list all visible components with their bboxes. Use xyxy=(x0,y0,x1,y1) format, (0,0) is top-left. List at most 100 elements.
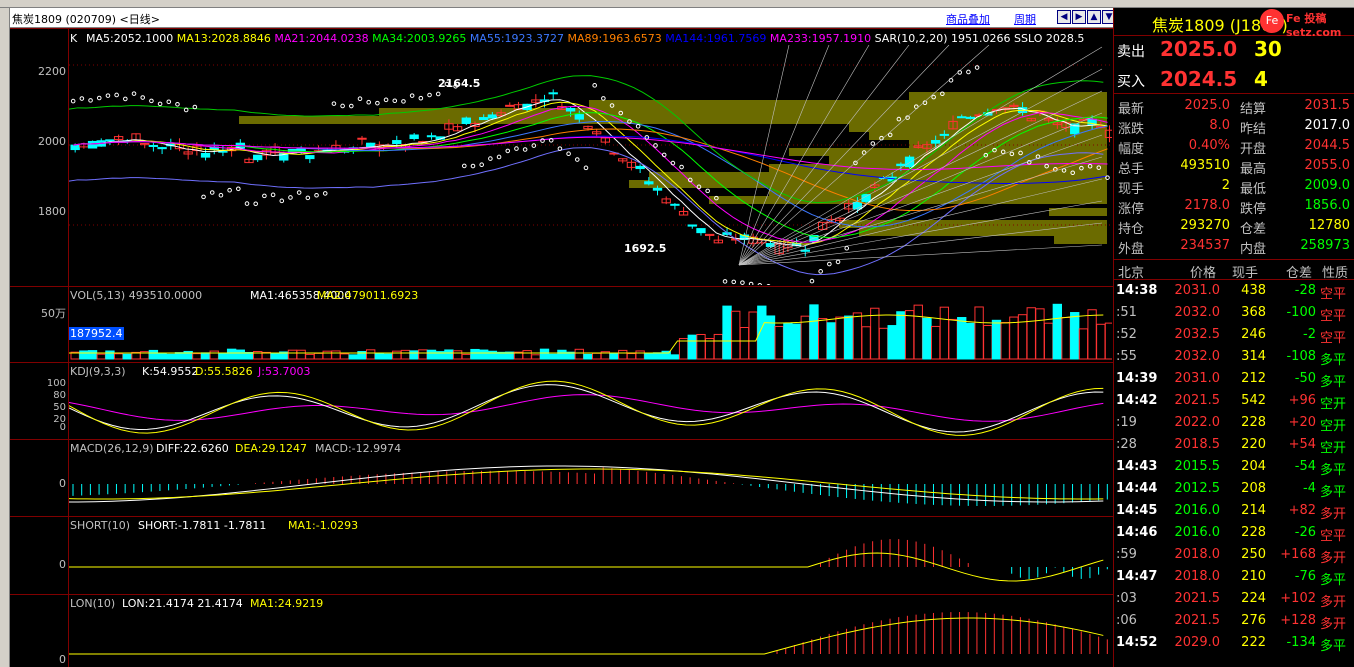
kline-chart[interactable] xyxy=(69,45,1112,285)
volume-chart[interactable] xyxy=(69,301,1112,361)
volume-bar xyxy=(635,350,645,360)
sar-dot xyxy=(522,147,528,152)
volume-bar xyxy=(887,325,897,360)
macd-chart[interactable] xyxy=(69,454,1112,516)
tick-row[interactable]: :52 2032.5 246 -2 空平 xyxy=(1114,324,1354,346)
y-tick: 0 xyxy=(59,422,66,433)
volume-bar xyxy=(426,349,437,360)
volume-bar xyxy=(1052,303,1063,360)
volume-bar xyxy=(739,327,750,360)
lon-ma-line xyxy=(69,617,1104,655)
short-panel[interactable]: SHORT(10) SHORT:-1.7811 -1.7811 MA1:-1.0… xyxy=(10,516,1113,594)
tick-row[interactable]: :19 2022.0 228 +20 空开 xyxy=(1114,412,1354,434)
kdj-k-line xyxy=(69,384,1104,433)
sar-dot xyxy=(488,156,493,161)
prev-icon[interactable]: ◀ xyxy=(1057,10,1071,24)
volume-bar xyxy=(965,322,976,360)
tick-row[interactable]: 14:46 2016.0 228 -26 空平 xyxy=(1114,522,1354,544)
ticks-header-price: 价格 xyxy=(1190,266,1217,281)
period-button[interactable]: 周期 xyxy=(1014,11,1036,27)
chart-area[interactable]: K MA5:2052.1000 MA13:2028.8846 MA21:2044… xyxy=(10,28,1113,667)
left-tab-strip[interactable] xyxy=(0,8,10,667)
tick-cell: -76 xyxy=(1294,569,1316,584)
volume-bar xyxy=(948,318,958,360)
tick-row[interactable]: 14:44 2012.5 208 -4 多平 xyxy=(1114,478,1354,500)
sar-dot xyxy=(270,192,276,198)
tick-cell: :03 xyxy=(1116,591,1137,606)
ticks-list[interactable]: 14:38 2031.0 438 -28 空平:51 2032.0 368 -100 空平:52… xyxy=(1114,280,1354,667)
order-book[interactable]: 卖出 2025.0 30 买入 2024.5 4 xyxy=(1114,36,1354,94)
sar-dot xyxy=(974,65,980,70)
tick-row[interactable]: :28 2018.5 220 +54 空开 xyxy=(1114,434,1354,456)
tick-row[interactable]: 14:39 2031.0 212 -50 多平 xyxy=(1114,368,1354,390)
volume-bar xyxy=(461,353,471,360)
buy-volume: 4 xyxy=(1254,67,1268,91)
tick-cell: 210 xyxy=(1241,569,1266,584)
tick-row[interactable]: 14:52 2029.0 222 -134 多平 xyxy=(1114,632,1354,654)
candle-body xyxy=(426,135,437,138)
volume-bar xyxy=(487,350,498,360)
tick-row[interactable]: 14:42 2021.5 542 +96 空开 xyxy=(1114,390,1354,412)
tick-row[interactable]: 14:45 2016.0 214 +82 多开 xyxy=(1114,500,1354,522)
sar-dot xyxy=(357,96,363,102)
sell-price[interactable]: 2025.0 xyxy=(1160,37,1237,61)
stat-value: 2009.0 xyxy=(1304,178,1351,193)
tick-cell: -108 xyxy=(1286,349,1316,364)
volume-panel[interactable]: VOL(5,13) 493510.0000 MA1:465358.4000 MA… xyxy=(10,286,1113,362)
candle-body xyxy=(965,116,976,119)
tick-row[interactable]: :06 2021.5 276 +128 多开 xyxy=(1114,610,1354,632)
tick-cell: :52 xyxy=(1116,327,1137,342)
lon-panel[interactable]: LON(10) LON:21.4174 21.4174 MA1:24.9219 … xyxy=(10,594,1113,667)
tick-row[interactable]: :03 2021.5 224 +102 多开 xyxy=(1114,588,1354,610)
tick-cell: +54 xyxy=(1288,437,1316,452)
volume-bar xyxy=(783,322,793,360)
volume-bar xyxy=(209,350,219,360)
tick-row[interactable]: :51 2032.0 368 -100 空平 xyxy=(1114,302,1354,324)
tick-row[interactable]: 14:47 2018.0 210 -76 多平 xyxy=(1114,566,1354,588)
volume-bar xyxy=(470,348,480,360)
logo-icon: Fe xyxy=(1260,9,1284,33)
buy-price[interactable]: 2024.5 xyxy=(1160,67,1237,91)
volume-bar xyxy=(409,350,419,360)
sar-dot xyxy=(574,157,580,162)
zoom-in-icon[interactable]: ▲ xyxy=(1087,10,1101,24)
short-chart[interactable] xyxy=(69,531,1112,594)
sar-dot xyxy=(340,103,345,109)
overlay-commodity-button[interactable]: 商品叠加 xyxy=(946,11,990,27)
menu-bar xyxy=(0,0,1354,8)
sar-dot xyxy=(305,195,311,201)
macd-panel[interactable]: MACD(26,12,9) DIFF:22.6260 DEA:29.1247 M… xyxy=(10,439,1113,516)
tick-cell: 2016.0 xyxy=(1174,525,1221,540)
tick-cell: 2031.0 xyxy=(1174,283,1221,298)
tick-cell: 空平 xyxy=(1320,287,1347,302)
volume-bar xyxy=(844,315,854,360)
sar-dot xyxy=(296,190,302,195)
kdj-chart[interactable] xyxy=(69,377,1112,439)
sar-dot xyxy=(592,83,597,88)
kdj-panel[interactable]: KDJ(9,3,3) K:54.9552 D:55.5826 J:53.7003… xyxy=(10,362,1113,439)
stat-cell: 涨停 xyxy=(1118,202,1145,217)
tick-cell: 14:44 xyxy=(1116,481,1158,496)
volume-bar xyxy=(322,350,332,360)
tick-cell: 542 xyxy=(1241,393,1266,408)
stat-value: 2 xyxy=(1221,178,1230,193)
kline-panel[interactable]: K MA5:2052.1000 MA13:2028.8846 MA21:2044… xyxy=(10,28,1113,286)
y-tick: 2000 xyxy=(38,135,66,148)
ma-label: MA55:1923.3727 xyxy=(469,32,568,45)
tick-row[interactable]: :59 2018.0 250 +168 多开 xyxy=(1114,544,1354,566)
quote-panel: 焦炭1809 (J1809) Fe Fe 投稿 setz.com 卖出 2025… xyxy=(1113,8,1354,667)
candle-body xyxy=(70,144,80,151)
stat-value: 1856.0 xyxy=(1304,198,1351,213)
volume-bar xyxy=(1078,328,1089,360)
next-icon[interactable]: ▶ xyxy=(1072,10,1086,24)
sar-dot xyxy=(349,103,354,109)
tick-row[interactable]: 14:43 2015.5 204 -54 多平 xyxy=(1114,456,1354,478)
tick-cell: -2 xyxy=(1303,327,1316,342)
stat-cell: 开盘 xyxy=(1240,142,1267,157)
lon-chart[interactable] xyxy=(69,609,1112,667)
tick-row[interactable]: :55 2032.0 314 -108 多平 xyxy=(1114,346,1354,368)
y-tick: 80 xyxy=(53,390,66,401)
volume-bar xyxy=(609,352,619,360)
candle-body xyxy=(957,116,967,119)
tick-row[interactable]: 14:38 2031.0 438 -28 空平 xyxy=(1114,280,1354,302)
